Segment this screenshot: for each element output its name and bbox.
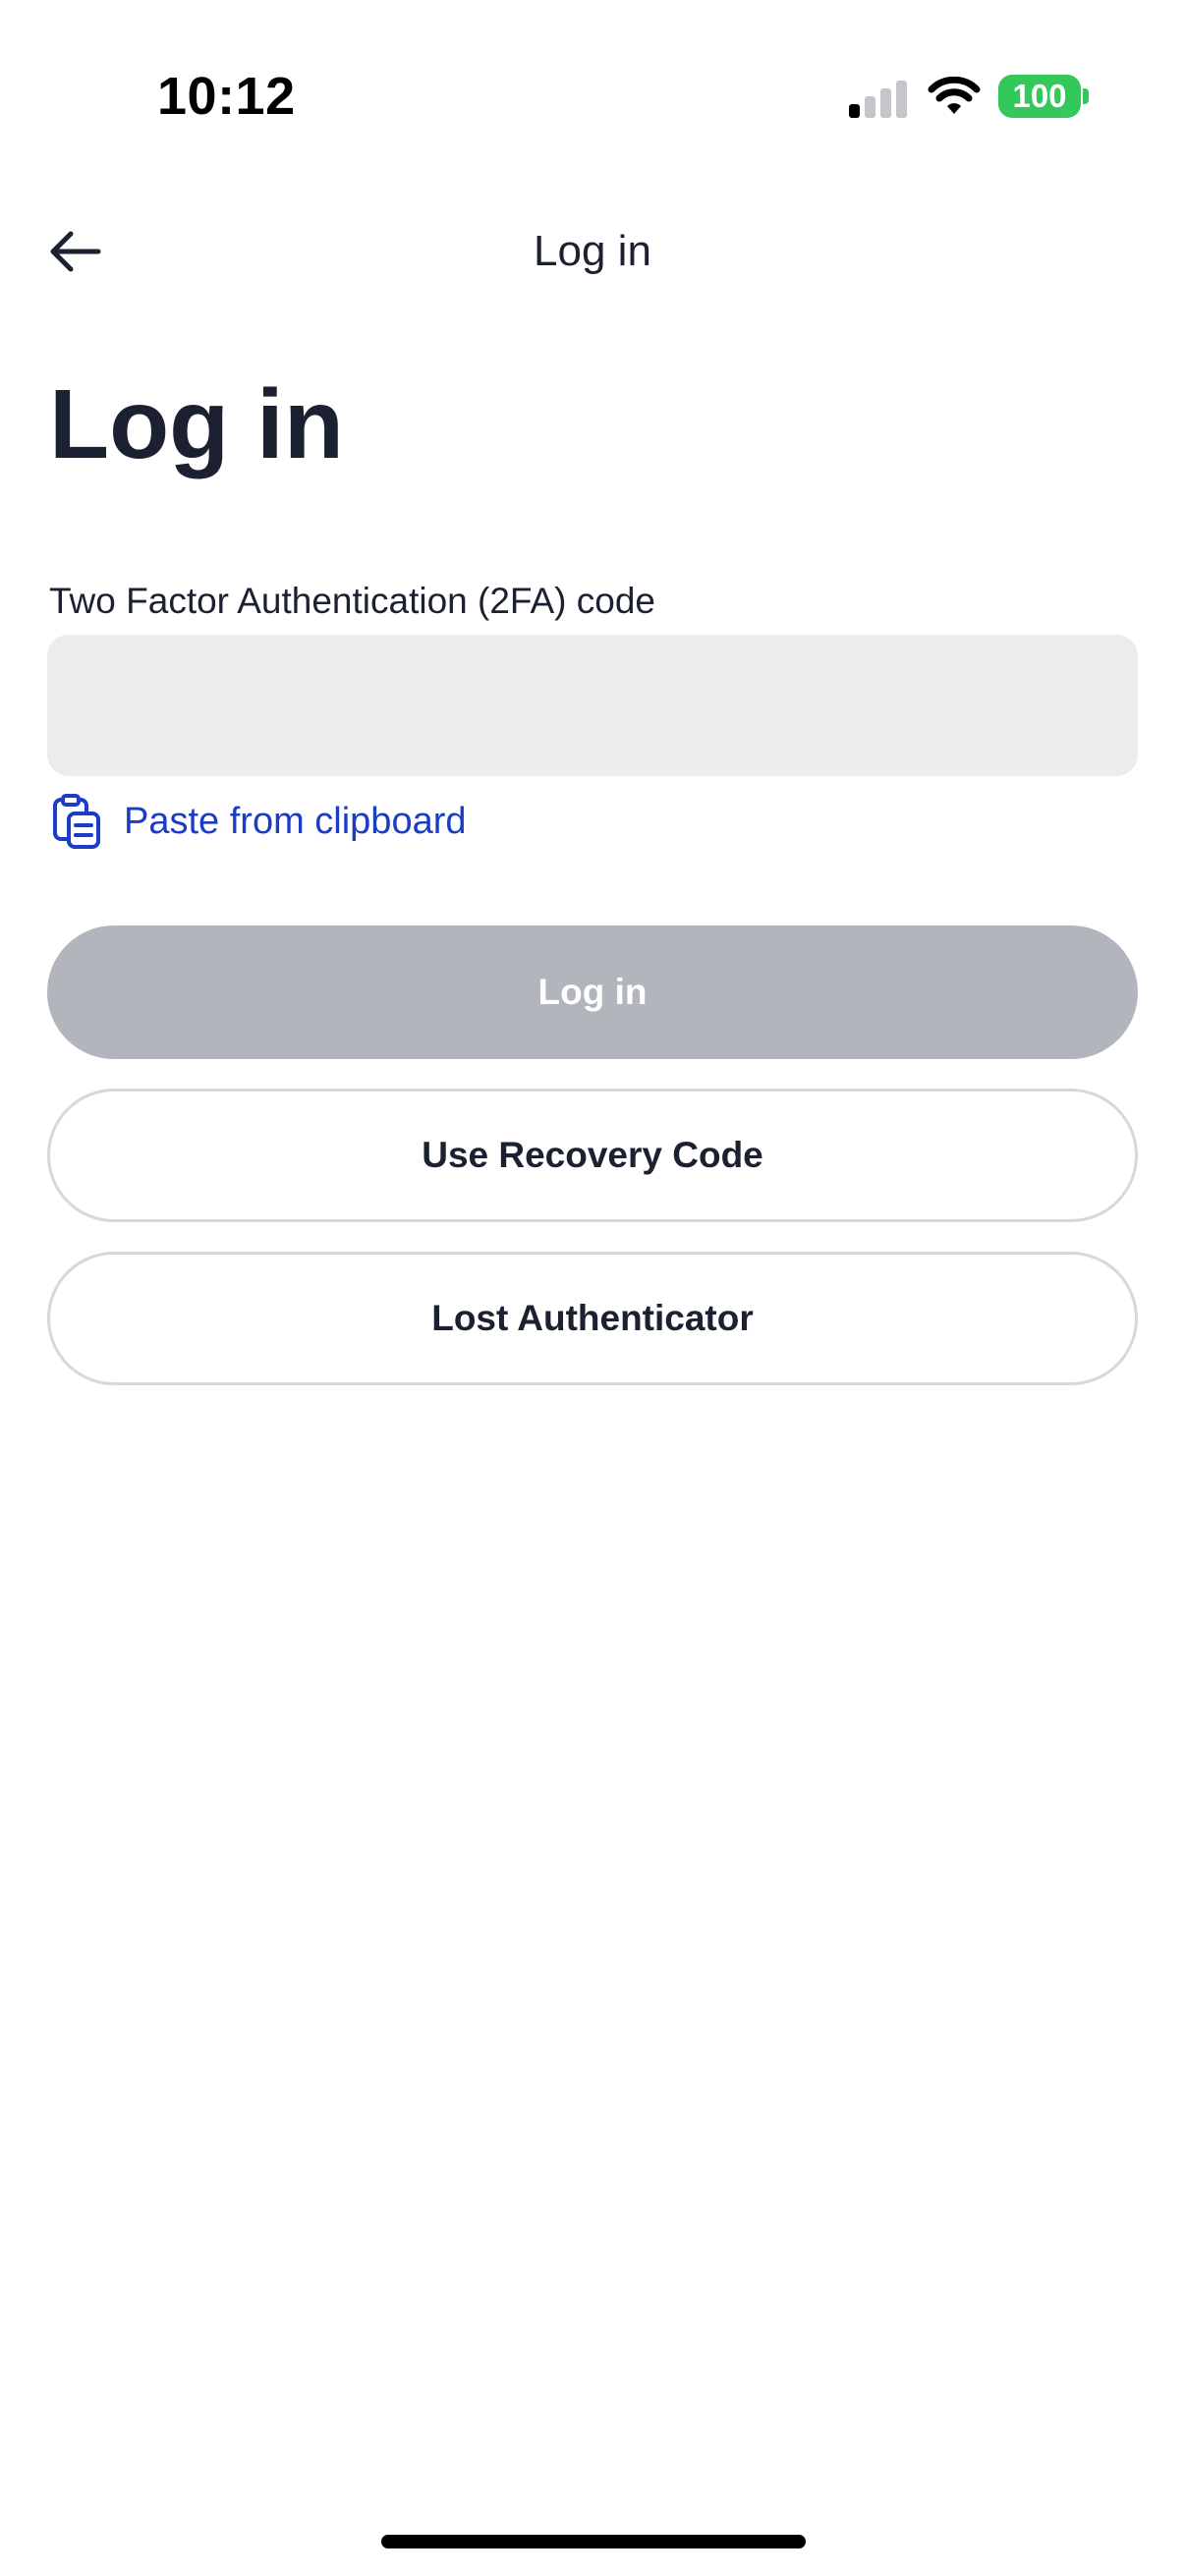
nav-title: Log in [534, 227, 651, 275]
use-recovery-code-button[interactable]: Use Recovery Code [47, 1089, 1138, 1222]
cellular-signal-icon [849, 79, 908, 118]
login-button[interactable]: Log in [47, 925, 1138, 1059]
battery-nub [1083, 88, 1089, 104]
lost-authenticator-button[interactable]: Lost Authenticator [47, 1252, 1138, 1385]
home-indicator[interactable] [381, 2535, 806, 2548]
paste-from-clipboard-label: Paste from clipboard [124, 800, 467, 842]
two-factor-code-input[interactable] [47, 635, 1138, 776]
wifi-icon [928, 76, 981, 116]
paste-from-clipboard-link[interactable]: Paste from clipboard [49, 790, 467, 853]
page-title: Log in [49, 369, 344, 479]
battery-icon: 100 [998, 75, 1081, 118]
battery-level: 100 [1012, 78, 1067, 114]
status-time: 10:12 [157, 67, 296, 126]
code-field-label: Two Factor Authentication (2FA) code [49, 581, 655, 621]
clipboard-icon [49, 794, 104, 849]
